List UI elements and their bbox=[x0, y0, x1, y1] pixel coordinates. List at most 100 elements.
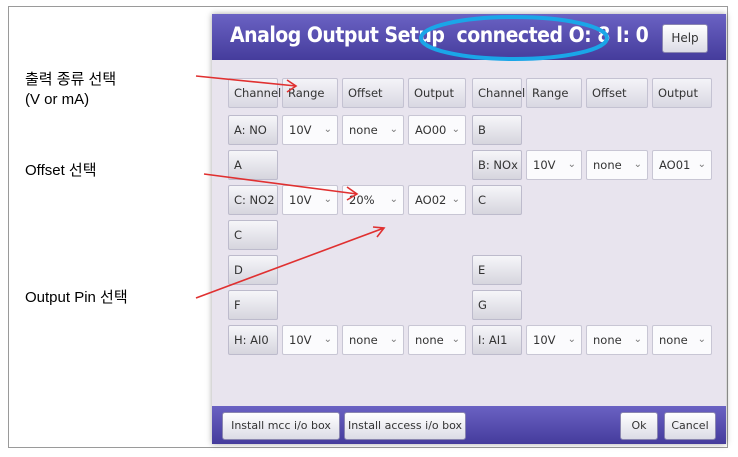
chevron-down-icon: ⌄ bbox=[567, 334, 576, 345]
channel-button-text: H: AI0 bbox=[234, 333, 269, 347]
chevron-down-icon: ⌄ bbox=[633, 159, 642, 170]
annotation-range: 출력 종류 선택 (V or mA) bbox=[25, 70, 116, 110]
range-select-text: 10V bbox=[289, 123, 312, 137]
column-header-output: Output bbox=[408, 78, 466, 108]
channel-button[interactable]: I: AI1 bbox=[472, 325, 522, 355]
chevron-down-icon: ⌄ bbox=[567, 159, 576, 170]
column-header-range-text: Range bbox=[532, 86, 569, 100]
install-mcc-button[interactable]: Install mcc i/o box bbox=[222, 412, 340, 440]
chevron-down-icon: ⌄ bbox=[323, 334, 332, 345]
channel-button-text: B: NOx bbox=[478, 158, 518, 172]
help-button[interactable]: Help bbox=[662, 24, 708, 53]
channel-button[interactable]: D bbox=[228, 255, 278, 285]
column-header-range-text: Range bbox=[288, 86, 325, 100]
ok-button[interactable]: Ok bbox=[620, 412, 658, 440]
annotation-range-line2: (V or mA) bbox=[25, 91, 90, 108]
column-header-channel-text: Channel bbox=[478, 86, 526, 100]
channel-button[interactable]: G bbox=[472, 290, 522, 320]
output-select-text: none bbox=[659, 333, 688, 347]
output-select-text: AO00 bbox=[415, 123, 447, 137]
chevron-down-icon: ⌄ bbox=[323, 194, 332, 205]
install-access-button[interactable]: Install access i/o box bbox=[344, 412, 466, 440]
output-select-text: AO01 bbox=[659, 158, 691, 172]
range-select-text: 10V bbox=[289, 193, 312, 207]
offset-select-text: none bbox=[349, 333, 378, 347]
range-select[interactable]: 10V ⌄ bbox=[526, 150, 582, 180]
channel-button[interactable]: A: NO bbox=[228, 115, 278, 145]
output-select[interactable]: AO00 ⌄ bbox=[408, 115, 466, 145]
chevron-down-icon: ⌄ bbox=[451, 334, 460, 345]
offset-select-text: 20% bbox=[349, 193, 375, 207]
output-select[interactable]: none ⌄ bbox=[652, 325, 712, 355]
column-header-channel: Channel bbox=[472, 78, 526, 108]
channel-button-text: F bbox=[234, 298, 241, 312]
channel-button-text: D bbox=[234, 263, 243, 277]
channel-button-text: A: NO bbox=[234, 123, 267, 137]
channel-button-text: I: AI1 bbox=[478, 333, 508, 347]
dialog-title: Analog Output Setup connected O: 8 I: 0 bbox=[230, 23, 649, 47]
column-header-output-text: Output bbox=[414, 86, 454, 100]
annotation-range-line1: 출력 종류 선택 bbox=[25, 71, 117, 88]
output-select-text: AO02 bbox=[415, 193, 447, 207]
offset-select[interactable]: none ⌄ bbox=[342, 115, 404, 145]
chevron-down-icon: ⌄ bbox=[323, 124, 332, 135]
column-header-range: Range bbox=[282, 78, 338, 108]
channel-button-text: C bbox=[234, 228, 243, 242]
chevron-down-icon: ⌄ bbox=[697, 159, 706, 170]
output-select-text: none bbox=[415, 333, 444, 347]
dialog-titlebar: Analog Output Setup connected O: 8 I: 0 … bbox=[212, 14, 726, 60]
range-select[interactable]: 10V ⌄ bbox=[282, 325, 338, 355]
range-select-text: 10V bbox=[533, 158, 556, 172]
annotation-offset: Offset 선택 bbox=[25, 162, 97, 179]
column-header-output-text: Output bbox=[658, 86, 698, 100]
cancel-button[interactable]: Cancel bbox=[664, 412, 716, 440]
channel-button[interactable]: F bbox=[228, 290, 278, 320]
chevron-down-icon: ⌄ bbox=[697, 334, 706, 345]
chevron-down-icon: ⌄ bbox=[389, 194, 398, 205]
range-select[interactable]: 10V ⌄ bbox=[282, 115, 338, 145]
channel-button[interactable]: H: AI0 bbox=[228, 325, 278, 355]
column-header-offset-text: Offset bbox=[592, 86, 627, 100]
channel-button-text: G bbox=[478, 298, 487, 312]
offset-select[interactable]: none ⌄ bbox=[586, 150, 648, 180]
range-select[interactable]: 10V ⌄ bbox=[282, 185, 338, 215]
channel-button[interactable]: E bbox=[472, 255, 522, 285]
offset-select[interactable]: none ⌄ bbox=[342, 325, 404, 355]
output-select[interactable]: AO02 ⌄ bbox=[408, 185, 466, 215]
range-select-text: 10V bbox=[533, 333, 556, 347]
dialog-title-text: Analog Output Setup bbox=[230, 23, 445, 47]
channel-button[interactable]: A bbox=[228, 150, 278, 180]
channel-button-text: C bbox=[478, 193, 487, 207]
offset-select[interactable]: 20% ⌄ bbox=[342, 185, 404, 215]
output-select[interactable]: AO01 ⌄ bbox=[652, 150, 712, 180]
chevron-down-icon: ⌄ bbox=[389, 124, 398, 135]
channel-button-text: A bbox=[234, 158, 242, 172]
column-header-range: Range bbox=[526, 78, 582, 108]
connection-status: connected O: 8 I: 0 bbox=[456, 23, 649, 47]
column-header-offset: Offset bbox=[342, 78, 404, 108]
channel-button-text: E bbox=[478, 263, 486, 277]
channel-button[interactable]: C bbox=[228, 220, 278, 250]
range-select-text: 10V bbox=[289, 333, 312, 347]
dialog-footer: Install mcc i/o box Install access i/o b… bbox=[212, 406, 726, 444]
column-header-channel: Channel bbox=[228, 78, 282, 108]
column-header-channel-text: Channel bbox=[234, 86, 282, 100]
offset-select-text: none bbox=[593, 333, 622, 347]
channel-button[interactable]: B: NOx bbox=[472, 150, 522, 180]
channel-button[interactable]: C: NO2 bbox=[228, 185, 278, 215]
column-header-offset-text: Offset bbox=[348, 86, 383, 100]
channel-button-text: B bbox=[478, 123, 486, 137]
annotation-output-pin: Output Pin 선택 bbox=[25, 289, 128, 306]
output-select[interactable]: none ⌄ bbox=[408, 325, 466, 355]
chevron-down-icon: ⌄ bbox=[451, 194, 460, 205]
chevron-down-icon: ⌄ bbox=[389, 334, 398, 345]
channel-button[interactable]: C bbox=[472, 185, 522, 215]
channel-button[interactable]: B bbox=[472, 115, 522, 145]
range-select[interactable]: 10V ⌄ bbox=[526, 325, 582, 355]
offset-select[interactable]: none ⌄ bbox=[586, 325, 648, 355]
channel-button-text: C: NO2 bbox=[234, 193, 275, 207]
column-header-offset: Offset bbox=[586, 78, 648, 108]
analog-output-setup-dialog: Analog Output Setup connected O: 8 I: 0 … bbox=[212, 14, 726, 444]
column-header-output: Output bbox=[652, 78, 712, 108]
chevron-down-icon: ⌄ bbox=[451, 124, 460, 135]
